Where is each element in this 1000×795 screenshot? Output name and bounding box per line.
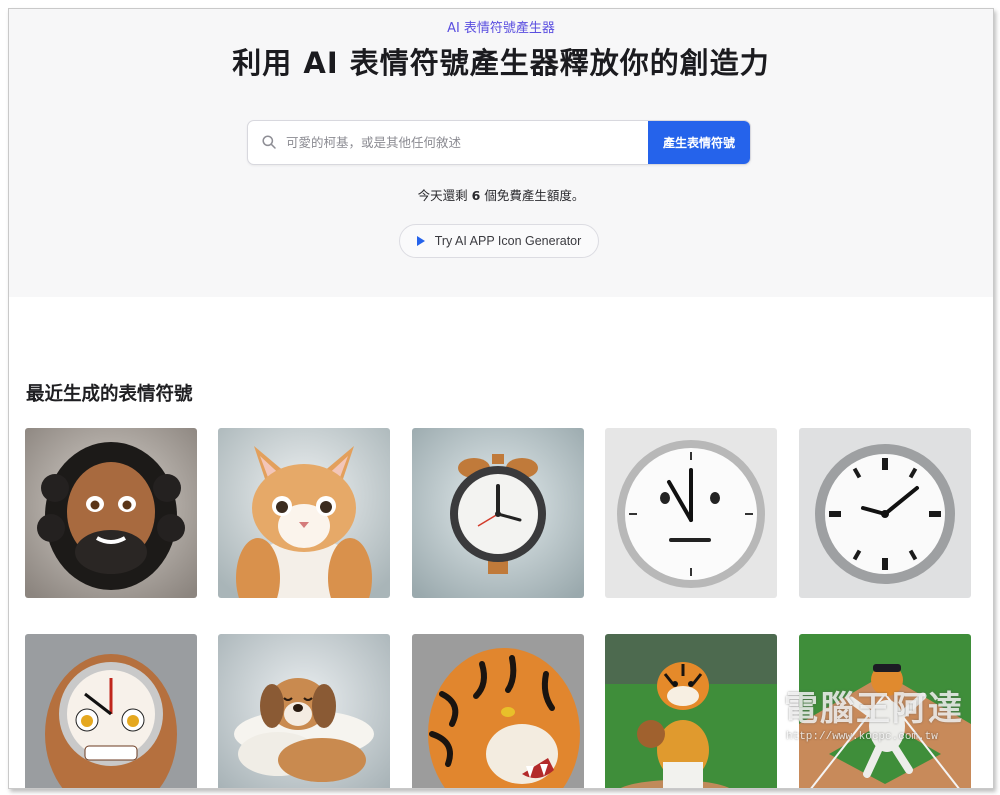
- quota-suffix: 個免費產生額度。: [484, 188, 585, 203]
- tiger-emoji-image: [412, 634, 584, 788]
- emoji-tile-sleeping-dog[interactable]: [218, 634, 390, 788]
- alarm-clock-emoji-image: [412, 428, 584, 598]
- clock-head-emoji-image: [25, 634, 197, 788]
- play-icon: [416, 236, 425, 246]
- tiger-pitcher-emoji-image: [799, 634, 971, 788]
- generate-emoji-button[interactable]: 產生表情符號: [648, 121, 750, 164]
- search-input[interactable]: [284, 121, 648, 164]
- emoji-tile-tiger-baseball-player[interactable]: [605, 634, 777, 788]
- page-title: 利用 AI 表情符號產生器釋放你的創造力: [232, 46, 770, 80]
- search-bar: 產生表情符號: [247, 120, 751, 165]
- emoji-tile-cat[interactable]: [218, 428, 390, 598]
- browser-page: AI 表情符號產生器 利用 AI 表情符號產生器釋放你的創造力 產生表情符號 今…: [8, 8, 994, 789]
- eyebrow-label: AI 表情符號產生器: [447, 21, 555, 36]
- recent-emojis-heading: 最近生成的表情符號: [26, 384, 193, 405]
- try-app-icon-generator-button[interactable]: Try AI APP Icon Generator: [399, 224, 599, 258]
- quota-prefix: 今天還剩: [417, 188, 468, 203]
- hero-section: AI 表情符號產生器 利用 AI 表情符號產生器釋放你的創造力 產生表情符號 今…: [9, 9, 993, 297]
- cat-emoji-image: [218, 428, 390, 598]
- emoji-tile-roman-clock[interactable]: [799, 428, 971, 598]
- emoji-tile-alarm-clock[interactable]: [412, 428, 584, 598]
- emoji-tile-tiger[interactable]: [412, 634, 584, 788]
- emoji-tile-bearded-man[interactable]: [25, 428, 197, 598]
- roman-clock-emoji-image: [799, 428, 971, 598]
- try-button-label: Try AI APP Icon Generator: [434, 234, 582, 248]
- tiger-baseball-player-emoji-image: [605, 634, 777, 788]
- search-icon: [262, 135, 276, 149]
- quota-text: 今天還剩 6 個免費產生額度。: [9, 185, 993, 204]
- clock-face-emoji-image: [605, 428, 777, 598]
- bearded-man-emoji-image: [25, 428, 197, 598]
- sleeping-dog-emoji-image: [218, 634, 390, 788]
- emoji-tile-clock-face[interactable]: [605, 428, 777, 598]
- quota-count: 6: [471, 188, 481, 203]
- emoji-tile-clock-head[interactable]: [25, 634, 197, 788]
- emoji-tile-tiger-pitcher[interactable]: [799, 634, 971, 788]
